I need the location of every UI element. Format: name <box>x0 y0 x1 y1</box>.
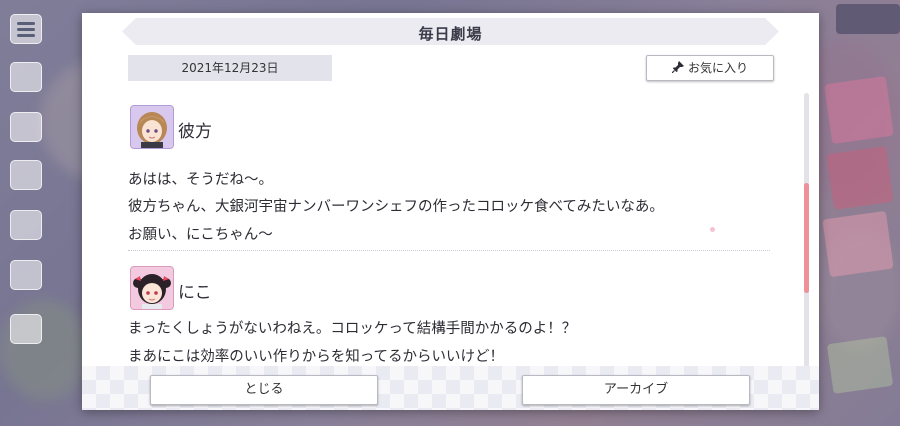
chat-icon[interactable] <box>10 62 42 92</box>
scrollbar-thumb[interactable] <box>804 183 809 293</box>
right-menu-rail <box>816 0 900 426</box>
currency-display <box>836 4 900 34</box>
pin-icon <box>671 61 684 73</box>
left-menu-rail <box>0 0 52 426</box>
favorite-button[interactable]: お気に入り <box>646 55 774 81</box>
date-label: 2021年12月23日 <box>128 55 332 81</box>
title-bar: 毎日劇場 <box>122 18 779 45</box>
side-menu-card[interactable] <box>822 210 894 278</box>
dialogue-line: まったくしょうがないわねえ。コロッケって結構手間かかるのよ！？ <box>128 321 577 337</box>
entry-separator <box>128 250 770 251</box>
side-menu-card[interactable] <box>826 146 894 210</box>
gift-icon[interactable] <box>10 160 42 190</box>
speaker-row: 彼方 <box>128 105 428 149</box>
kanata-avatar-icon <box>130 105 174 149</box>
dialogue-line: 彼方ちゃん、大銀河宇宙ナンバーワンシェフの作ったコロッケ食べてみたいなあ。 <box>128 199 664 215</box>
camera-icon[interactable] <box>10 260 42 290</box>
menu-icon[interactable] <box>10 14 42 44</box>
script-content[interactable]: 彼方 あはは、そうだね〜。 彼方ちゃん、大銀河宇宙ナンバーワンシェフの作ったコロ… <box>128 103 770 373</box>
dialog-title: 毎日劇場 <box>418 25 483 43</box>
dialogue-line: お願い、にこちゃん〜 <box>128 227 273 243</box>
side-menu-card[interactable] <box>826 336 894 394</box>
dialogue-line: まあにこは効率のいい作りからを知ってるからいいけど！ <box>128 349 504 365</box>
favorite-label: お気に入り <box>687 61 748 75</box>
speaker-name: 彼方 <box>178 122 212 142</box>
side-menu-card[interactable] <box>824 75 894 145</box>
archive-button[interactable]: アーカイブ <box>522 375 750 405</box>
scrollbar[interactable] <box>804 93 809 367</box>
notice-icon[interactable] <box>10 112 42 142</box>
dialogue-line: あはは、そうだね〜。 <box>128 172 273 188</box>
speaker-name: にこ <box>178 283 212 303</box>
fullscreen-icon[interactable] <box>10 314 42 344</box>
speaker-row: にこ <box>128 266 428 310</box>
nico-avatar-icon <box>130 266 174 310</box>
close-button[interactable]: とじる <box>150 375 378 405</box>
photo-icon[interactable] <box>10 210 42 240</box>
daily-theater-dialog: 毎日劇場 2021年12月23日 お気に入り 彼方 あはは、そうだね〜。 彼方ち… <box>82 13 819 410</box>
sparkle-decoration <box>710 227 715 232</box>
